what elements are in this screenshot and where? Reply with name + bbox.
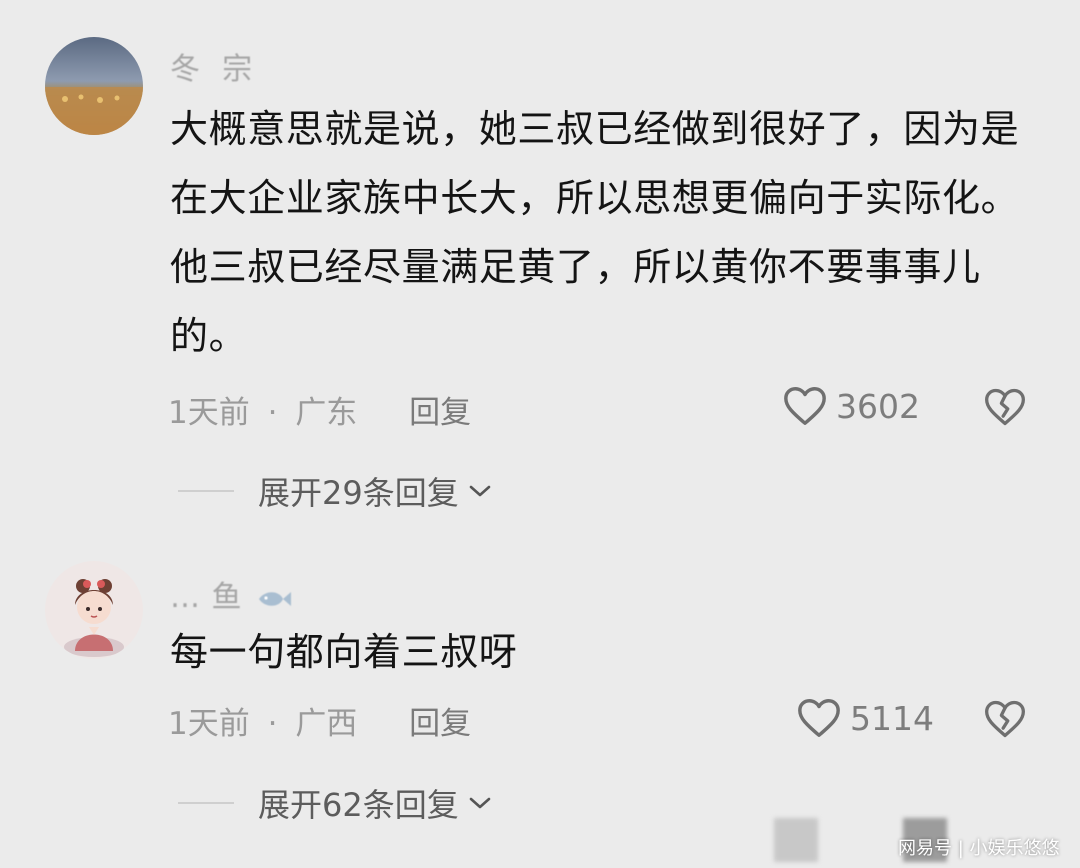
avatar-image xyxy=(45,37,143,135)
comment-meta: 1天前 · 广东 回复 xyxy=(168,387,471,432)
avatar[interactable] xyxy=(45,37,143,135)
meta-separator: · xyxy=(267,706,278,742)
expand-divider xyxy=(178,490,234,492)
username[interactable]: 冬 ⁠ 宗 xyxy=(170,44,253,88)
reply-button[interactable]: 回复 xyxy=(409,395,471,431)
avatar[interactable] xyxy=(45,561,143,659)
comment-text: 每一句都向着三叔呀 xyxy=(170,630,518,674)
comment-item: 冬 ⁠ 宗 大概意思就是说，她三叔已经做到很好了，因为是在大企业家族中长大，所以… xyxy=(0,0,1080,530)
like-count: 5114 xyxy=(850,698,934,738)
blurred-area xyxy=(774,818,818,862)
chevron-down-icon xyxy=(469,797,491,809)
comment-time: 1天前 xyxy=(168,706,250,742)
like-count: 3602 xyxy=(836,386,920,426)
expand-replies-label: 展开62条回复 xyxy=(258,786,459,824)
comment-location: 广东 xyxy=(295,395,358,431)
watermark: 网易号 | 小娱乐悠悠 xyxy=(898,838,1060,859)
reply-button[interactable]: 回复 xyxy=(409,706,471,742)
like-button[interactable]: 5114 xyxy=(796,696,934,740)
broken-heart-icon xyxy=(985,388,1025,426)
username[interactable]: … 鱼 xyxy=(170,572,293,616)
expand-divider xyxy=(178,802,234,804)
expand-replies-button[interactable]: 展开62条回复 xyxy=(178,780,493,826)
like-button[interactable]: 3602 xyxy=(782,384,920,428)
comment-location: 广西 xyxy=(295,706,358,742)
avatar-image xyxy=(45,561,143,659)
chevron-down-icon xyxy=(469,485,491,497)
heart-outline-icon xyxy=(784,387,826,425)
broken-heart-icon xyxy=(985,700,1025,738)
meta-separator: · xyxy=(267,395,278,431)
dislike-button[interactable] xyxy=(983,386,1027,432)
comment-time: 1天前 xyxy=(168,395,250,431)
expand-replies-button[interactable]: 展开29条回复 xyxy=(178,468,493,514)
comment-text: 大概意思就是说，她三叔已经做到很好了，因为是在大企业家族中长大，所以思想更偏向于… xyxy=(170,107,1020,358)
username-text: … 鱼 xyxy=(170,580,243,615)
comment-meta: 1天前 · 广西 回复 xyxy=(168,698,471,743)
expand-replies-label: 展开29条回复 xyxy=(258,474,459,512)
heart-outline-icon xyxy=(798,699,840,737)
fish-icon xyxy=(259,591,292,606)
dislike-button[interactable] xyxy=(983,698,1027,744)
